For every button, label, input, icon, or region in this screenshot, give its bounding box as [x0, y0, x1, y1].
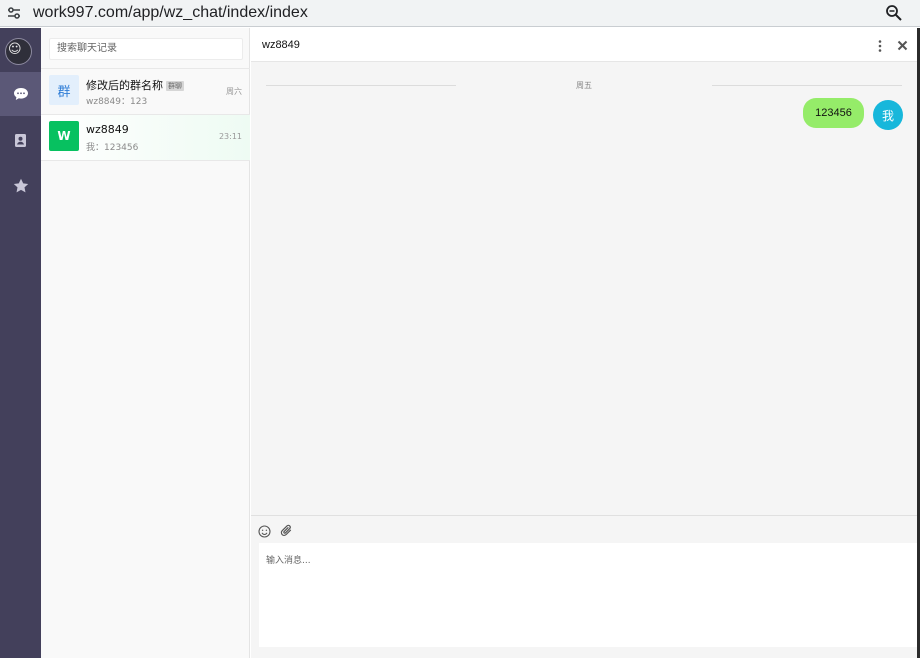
emoji-icon[interactable]	[258, 525, 271, 538]
conversation-item-wz8849[interactable]: W wz8849 我：123456 23:11	[41, 115, 250, 161]
date-separator: 周五	[266, 80, 902, 92]
more-vertical-icon[interactable]	[878, 40, 882, 52]
conversation-time: 周六	[226, 87, 242, 96]
left-nav: ☺	[0, 28, 41, 658]
star-icon	[13, 178, 28, 192]
paperclip-icon[interactable]	[280, 524, 293, 538]
nav-item-chats[interactable]	[0, 72, 41, 116]
close-icon[interactable]	[897, 40, 908, 51]
conversation-preview: wz8849：123	[86, 97, 148, 107]
zoom-icon[interactable]	[885, 4, 903, 22]
contacts-book-icon	[15, 133, 26, 147]
tune-icon[interactable]	[6, 5, 22, 21]
browser-url-bar: work997.com/app/wz_chat/index/index	[0, 0, 920, 27]
divider	[41, 160, 250, 161]
conversation-time: 23:11	[218, 132, 242, 141]
message-input[interactable]: 输入消息...	[259, 543, 917, 647]
conversation-name-text: 修改后的群名称	[86, 79, 163, 92]
message-input-placeholder: 输入消息...	[266, 556, 311, 566]
contact-avatar: W	[49, 121, 79, 151]
avatar-glyph: ☺	[8, 42, 22, 57]
conversation-list-panel: 搜索聊天记录 群 修改后的群名称 群聊 wz8849：123 周六 W wz884…	[41, 28, 250, 658]
address-text[interactable]: work997.com/app/wz_chat/index/index	[33, 3, 308, 23]
user-avatar[interactable]: ☺	[5, 38, 32, 65]
conversation-name: wz8849	[86, 123, 129, 136]
composer-toolbar	[251, 516, 917, 543]
search-input[interactable]: 搜索聊天记录	[49, 38, 243, 60]
group-avatar: 群	[49, 75, 79, 105]
nav-item-favorites[interactable]	[0, 163, 41, 207]
nav-item-contacts[interactable]	[0, 118, 41, 162]
chat-bubble-icon	[13, 88, 28, 100]
conversation-name: 修改后的群名称 群聊	[86, 77, 184, 93]
message-bubble: 123456	[803, 98, 864, 128]
my-avatar: 我	[873, 100, 903, 130]
conversation-preview: 我：123456	[86, 143, 139, 153]
chat-header: wz8849	[251, 28, 917, 62]
chat-title: wz8849	[262, 39, 300, 51]
date-label: 周五	[576, 81, 592, 90]
group-tag-badge: 群聊	[166, 81, 184, 91]
conversation-item-group[interactable]: 群 修改后的群名称 群聊 wz8849：123 周六	[41, 69, 250, 115]
chat-panel: wz8849 周五 123456 我 输入消息...	[251, 28, 917, 658]
